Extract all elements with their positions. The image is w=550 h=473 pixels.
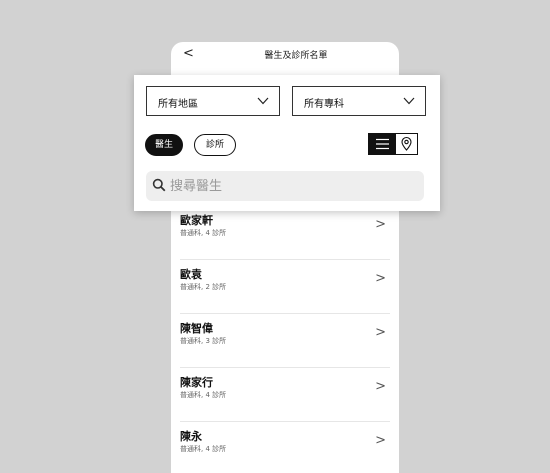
doctor-detail: 普通科, 4 診所 bbox=[180, 445, 227, 453]
map-view-button[interactable] bbox=[396, 134, 417, 154]
list-item[interactable]: 陳永 普通科, 4 診所 > bbox=[180, 422, 390, 473]
region-select[interactable]: 所有地區 bbox=[146, 86, 280, 116]
map-pin-icon bbox=[401, 136, 412, 151]
doctor-tab-button[interactable]: 醫生 bbox=[145, 134, 183, 156]
filter-panel: 所有地區 所有專科 醫生 診所 bbox=[134, 75, 440, 211]
view-toggle bbox=[368, 133, 418, 155]
chevron-down-icon bbox=[403, 97, 415, 105]
nav-bar: < 醫生及診所名單 bbox=[171, 42, 399, 72]
list-icon bbox=[376, 138, 389, 150]
chevron-right-icon: > bbox=[375, 271, 386, 286]
clinic-tab-button[interactable]: 診所 bbox=[194, 134, 236, 156]
specialty-select-value: 所有專科 bbox=[304, 99, 344, 110]
list-item[interactable]: 歐袁 普通科, 2 診所 > bbox=[180, 260, 390, 314]
list-item[interactable]: 歐家軒 普通科, 4 診所 > bbox=[180, 206, 390, 260]
doctor-name: 陳智偉 bbox=[180, 322, 213, 335]
search-bar bbox=[146, 171, 424, 201]
region-select-value: 所有地區 bbox=[158, 99, 198, 110]
chevron-right-icon: > bbox=[375, 433, 386, 448]
doctor-name: 陳永 bbox=[180, 430, 202, 443]
list-item[interactable]: 陳家行 普通科, 4 診所 > bbox=[180, 368, 390, 422]
doctor-list: 歐家軒 普通科, 4 診所 > 歐袁 普通科, 2 診所 > 陳智偉 普通科, … bbox=[171, 206, 399, 473]
doctor-name: 陳家行 bbox=[180, 376, 213, 389]
search-input[interactable] bbox=[170, 175, 410, 197]
chevron-right-icon: > bbox=[375, 325, 386, 340]
doctor-detail: 普通科, 4 診所 bbox=[180, 229, 227, 237]
list-view-button[interactable] bbox=[369, 134, 396, 154]
doctor-detail: 普通科, 3 診所 bbox=[180, 337, 227, 345]
chevron-right-icon: > bbox=[375, 217, 386, 232]
specialty-select[interactable]: 所有專科 bbox=[292, 86, 426, 116]
doctor-detail: 普通科, 2 診所 bbox=[180, 283, 227, 291]
chevron-down-icon bbox=[257, 97, 269, 105]
chevron-right-icon: > bbox=[375, 379, 386, 394]
search-icon bbox=[152, 178, 166, 192]
doctor-name: 歐袁 bbox=[180, 268, 202, 281]
list-item[interactable]: 陳智偉 普通科, 3 診所 > bbox=[180, 314, 390, 368]
page-title: 醫生及診所名單 bbox=[264, 51, 328, 61]
doctor-name: 歐家軒 bbox=[180, 214, 213, 227]
doctor-detail: 普通科, 4 診所 bbox=[180, 391, 227, 399]
